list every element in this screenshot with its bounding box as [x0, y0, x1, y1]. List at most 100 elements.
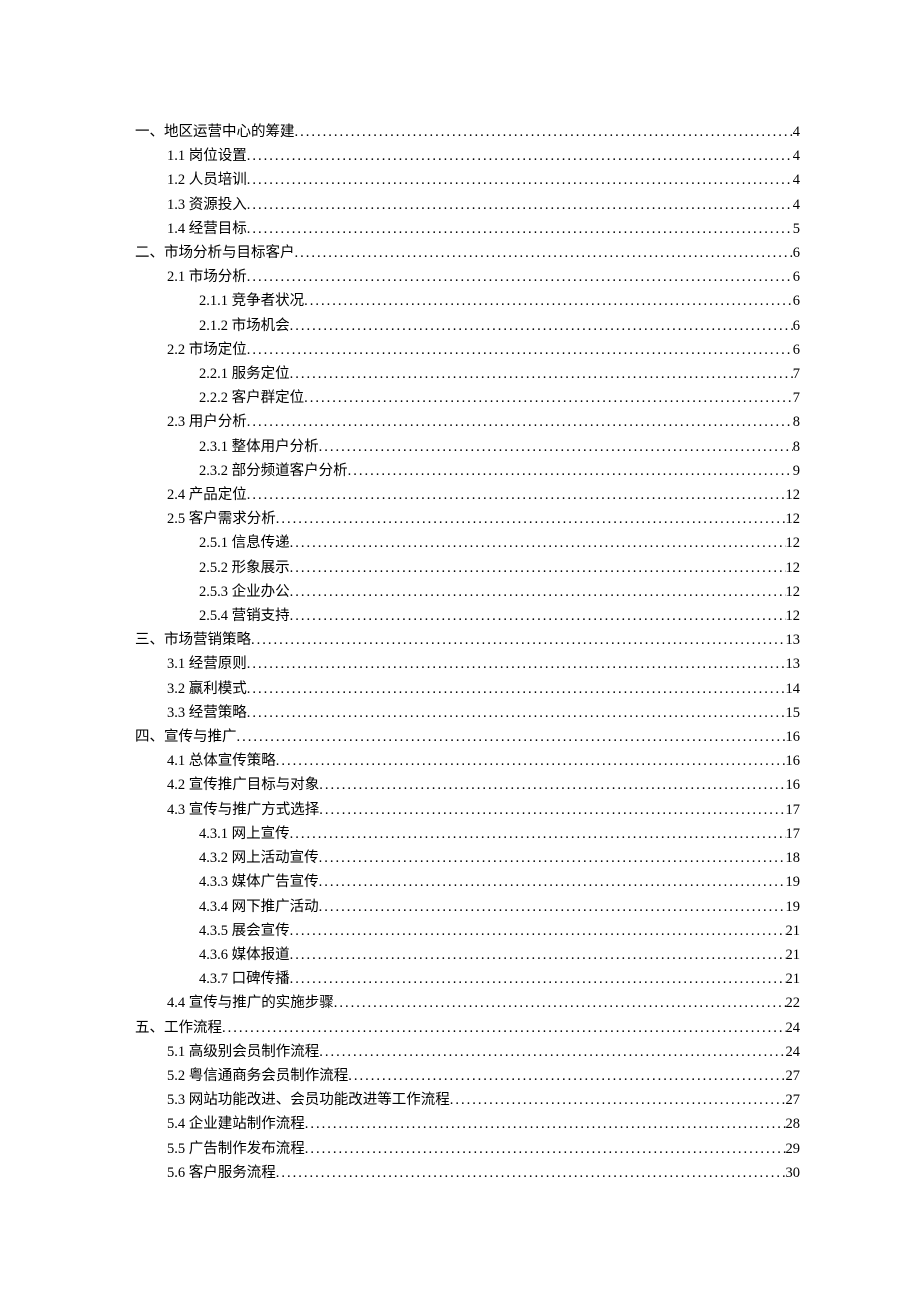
toc-entry: 2.3.2 部分频道客户分析 9: [135, 459, 800, 483]
toc-entry-page: 27: [786, 1064, 801, 1088]
toc-entry-page: 28: [786, 1112, 801, 1136]
toc-entry: 4.3.2 网上活动宣传18: [135, 846, 800, 870]
toc-entry: 4.3.1 网上宣传17: [135, 822, 800, 846]
toc-entry-page: 7: [793, 386, 800, 410]
toc-leader-dots: [247, 410, 793, 434]
toc-page: 一、地区运营中心的筹建41.1 岗位设置41.2 人员培训41.3 资源投入41…: [0, 0, 920, 1285]
toc-entry: 4.3.3 媒体广告宣传19: [135, 870, 800, 894]
toc-entry-page: 13: [786, 652, 801, 676]
toc-leader-dots: [247, 168, 793, 192]
toc-leader-dots: [290, 314, 793, 338]
toc-entry: 4.3.4 网下推广活动19: [135, 895, 800, 919]
toc-entry-label: 2.1 市场分析: [167, 265, 247, 289]
toc-entry-label: 4.3.6 媒体报道: [199, 943, 290, 967]
toc-entry: 4.2 宣传推广目标与对象16: [135, 773, 800, 797]
toc-entry-label: 4.4 宣传与推广的实施步骤: [167, 991, 334, 1015]
toc-entry-label: 2.3 用户分析: [167, 410, 247, 434]
toc-entry-label: 2.1.1 竞争者状况: [199, 289, 304, 313]
toc-entry: 2.1 市场分析 6: [135, 265, 800, 289]
toc-entry-label: 2.3.2 部分频道客户分析: [199, 459, 348, 483]
toc-entry-page: 6: [793, 265, 800, 289]
toc-leader-dots: [319, 870, 786, 894]
toc-entry-label: 1.3 资源投入: [167, 193, 247, 217]
toc-entry: 3.1 经营原则 13: [135, 652, 800, 676]
toc-entry: 1.2 人员培训4: [135, 168, 800, 192]
toc-entry-page: 29: [786, 1137, 801, 1161]
toc-entry: 五、工作流程 24: [135, 1016, 800, 1040]
toc-entry-page: 12: [786, 556, 801, 580]
toc-entry-label: 5.5 广告制作发布流程: [167, 1137, 305, 1161]
toc-leader-dots: [247, 144, 793, 168]
toc-leader-dots: [247, 677, 786, 701]
toc-entry-label: 2.5.3 企业办公: [199, 580, 290, 604]
toc-leader-dots: [276, 507, 786, 531]
toc-leader-dots: [247, 265, 793, 289]
toc-entry-label: 3.1 经营原则: [167, 652, 247, 676]
toc-entry-label: 五、工作流程: [135, 1016, 222, 1040]
toc-entry-page: 8: [793, 435, 800, 459]
toc-leader-dots: [290, 556, 786, 580]
toc-entry: 4.3.6 媒体报道 21: [135, 943, 800, 967]
toc-entry-label: 2.2 市场定位: [167, 338, 247, 362]
toc-leader-dots: [334, 991, 786, 1015]
toc-entry-label: 4.3.3 媒体广告宣传: [199, 870, 319, 894]
toc-leader-dots: [305, 1112, 786, 1136]
toc-entry: 5.6 客户服务流程30: [135, 1161, 800, 1185]
toc-entry: 2.2 市场定位6: [135, 338, 800, 362]
toc-leader-dots: [295, 241, 793, 265]
toc-entry: 4.3 宣传与推广方式选择 17: [135, 798, 800, 822]
toc-leader-dots: [290, 362, 793, 386]
toc-entry-page: 21: [786, 943, 801, 967]
toc-entry-page: 5: [793, 217, 800, 241]
toc-entry-label: 2.4 产品定位: [167, 483, 247, 507]
toc-entry-page: 16: [786, 773, 801, 797]
toc-entry-page: 14: [786, 677, 801, 701]
toc-entry-label: 5.1 高级别会员制作流程: [167, 1040, 319, 1064]
toc-entry: 一、地区运营中心的筹建4: [135, 120, 800, 144]
toc-leader-dots: [304, 289, 793, 313]
toc-leader-dots: [276, 749, 786, 773]
toc-entry-page: 27: [786, 1088, 801, 1112]
toc-entry-page: 12: [786, 507, 801, 531]
toc-entry-page: 4: [793, 144, 800, 168]
toc-leader-dots: [247, 701, 786, 725]
toc-entry-label: 4.3.1 网上宣传: [199, 822, 290, 846]
toc-leader-dots: [247, 652, 786, 676]
toc-entry-label: 4.3 宣传与推广方式选择: [167, 798, 319, 822]
toc-entry-page: 12: [786, 483, 801, 507]
toc-entry-page: 4: [793, 168, 800, 192]
toc-entry: 2.1.1 竞争者状况6: [135, 289, 800, 313]
toc-entry: 2.2.1 服务定位7: [135, 362, 800, 386]
toc-entry-label: 4.3.4 网下推广活动: [199, 895, 319, 919]
toc-entry-label: 5.4 企业建站制作流程: [167, 1112, 305, 1136]
toc-leader-dots: [348, 1064, 785, 1088]
toc-entry-page: 9: [793, 459, 800, 483]
toc-entry-label: 四、宣传与推广: [135, 725, 237, 749]
toc-entry: 二、市场分析与目标客户6: [135, 241, 800, 265]
toc-entry-label: 2.5.4 营销支持: [199, 604, 290, 628]
table-of-contents: 一、地区运营中心的筹建41.1 岗位设置41.2 人员培训41.3 资源投入41…: [135, 120, 800, 1185]
toc-entry: 三、市场营销策略13: [135, 628, 800, 652]
toc-leader-dots: [304, 386, 793, 410]
toc-entry-page: 15: [786, 701, 801, 725]
toc-entry: 3.3 经营策略15: [135, 701, 800, 725]
toc-entry-label: 三、市场营销策略: [135, 628, 251, 652]
toc-leader-dots: [319, 895, 786, 919]
toc-entry: 2.3 用户分析8: [135, 410, 800, 434]
toc-entry: 5.5 广告制作发布流程 29: [135, 1137, 800, 1161]
toc-leader-dots: [319, 435, 793, 459]
toc-entry-label: 5.3 网站功能改进、会员功能改进等工作流程: [167, 1088, 450, 1112]
toc-entry-label: 4.1 总体宣传策略: [167, 749, 276, 773]
toc-entry-label: 1.1 岗位设置: [167, 144, 247, 168]
toc-entry-page: 24: [786, 1016, 801, 1040]
toc-entry-label: 2.3.1 整体用户分析: [199, 435, 319, 459]
toc-entry-page: 17: [786, 798, 801, 822]
toc-entry-label: 2.2.1 服务定位: [199, 362, 290, 386]
toc-entry-page: 21: [786, 919, 801, 943]
toc-leader-dots: [247, 193, 793, 217]
toc-leader-dots: [319, 1040, 785, 1064]
toc-leader-dots: [450, 1088, 786, 1112]
toc-entry: 四、宣传与推广16: [135, 725, 800, 749]
toc-entry-page: 4: [793, 120, 800, 144]
toc-entry-label: 2.2.2 客户群定位: [199, 386, 304, 410]
